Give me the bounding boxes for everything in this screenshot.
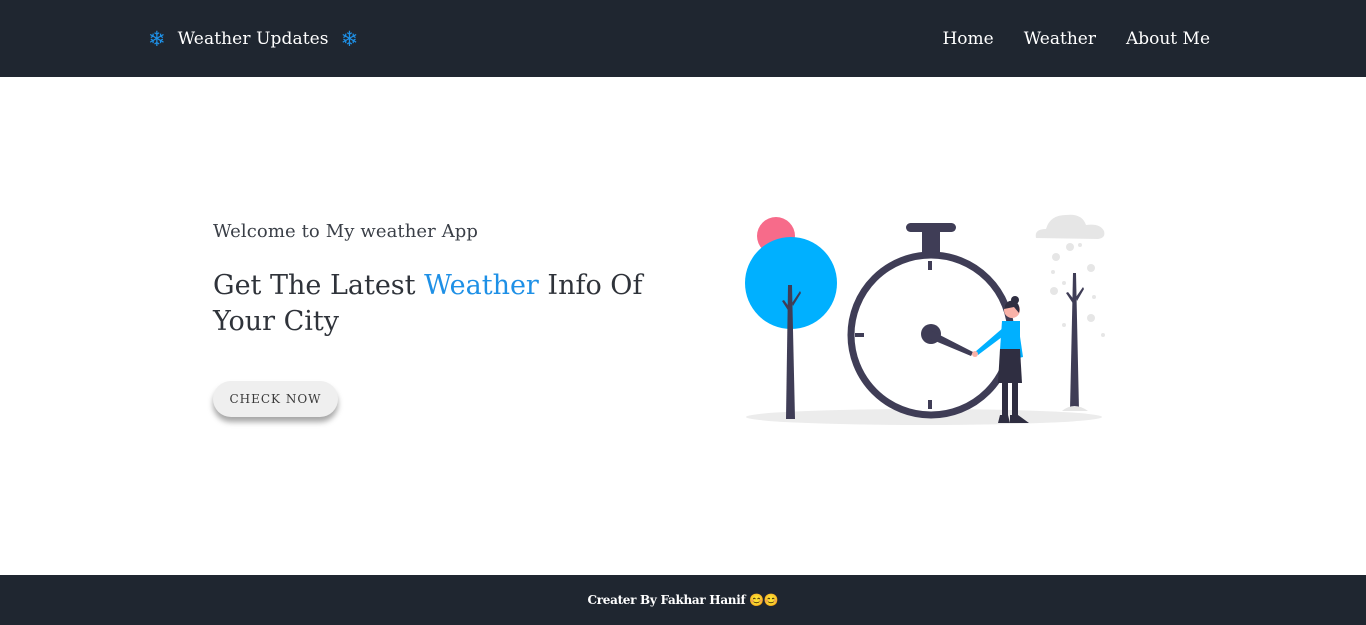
snowflake-dot (1092, 295, 1096, 299)
nav-link-home[interactable]: Home (942, 29, 993, 49)
snowflake-dot (1050, 287, 1058, 295)
navbar: ❄ Weather Updates ❄ Home Weather About M… (0, 0, 1366, 77)
snowflake-dot (1087, 264, 1095, 272)
tick-12 (928, 261, 932, 270)
woman-hand (972, 351, 978, 357)
welcome-text: Welcome to My weather App (213, 221, 479, 242)
nav-link-about-me[interactable]: About Me (1126, 29, 1210, 49)
woman-leg (1012, 383, 1018, 419)
snowflake-dot (1062, 323, 1066, 327)
stopwatch-illustration (745, 214, 1105, 425)
footer-credit: Creater By Fakhar Hanif 😊😊 (587, 593, 779, 607)
woman-leg (1002, 383, 1008, 419)
tick-9 (855, 333, 864, 337)
check-now-button[interactable]: CHECK NOW (213, 381, 338, 417)
snowflake-dot (1087, 314, 1095, 322)
woman-shoe (998, 415, 1010, 423)
snowflake-dot (1051, 270, 1055, 274)
footer: Creater By Fakhar Hanif 😊😊 (0, 575, 1366, 625)
bare-tree-branch (1076, 287, 1084, 301)
snowflake-dot (1066, 243, 1074, 251)
brand-link[interactable]: ❄ Weather Updates ❄ (148, 26, 358, 52)
snowflake-icon: ❄ (148, 26, 166, 51)
snowflake-dot (1078, 243, 1082, 247)
nav-menu: Home Weather About Me (942, 26, 1210, 52)
snowflake-icon: ❄ (340, 26, 359, 51)
nav-link-weather[interactable]: Weather (1024, 29, 1096, 49)
snowflake-dot (1052, 253, 1060, 261)
woman-skirt (998, 349, 1022, 383)
headline-text-start: Get The Latest (213, 270, 425, 301)
brand-title: Weather Updates (177, 29, 329, 49)
bare-tree-trunk (1070, 273, 1079, 410)
cloud (1035, 214, 1105, 239)
snowflake-dot (1062, 281, 1066, 285)
stopwatch-stem (922, 229, 940, 255)
hero-headline: Get The Latest Weather Info Of Your City (213, 268, 653, 340)
headline-accent-text: Weather (424, 270, 539, 301)
snow-mound (1062, 406, 1088, 411)
tick-6 (928, 400, 932, 409)
snowflake-dot (1101, 333, 1105, 337)
